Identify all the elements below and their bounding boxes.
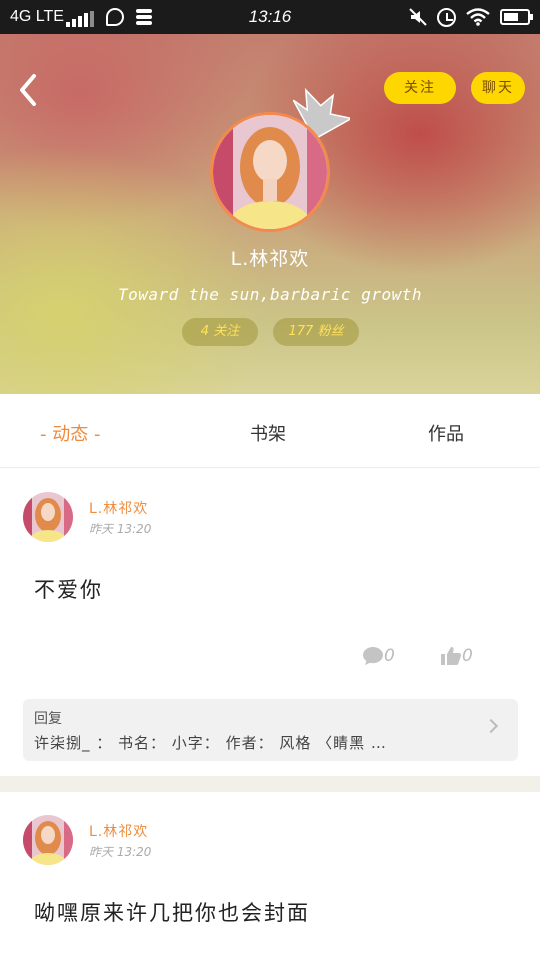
reply-label: 回复 [34,711,62,727]
reply-preview[interactable]: 回复 许柒捌_ ： 书名： 小字： 作者： 风格 〈睛黑 … [23,699,518,761]
following-count[interactable]: 4 关注 [182,318,258,346]
feed-post: L.林祁欢 昨天 13:20 呦嘿原来许几把你也会封面 [0,792,540,960]
post-text: 呦嘿原来许几把你也会封面 [34,901,310,925]
follow-button[interactable]: 关注 [384,72,456,104]
reply-text: 许柒捌_ ： 书名： 小字： 作者： 风格 〈睛黑 … [34,734,387,752]
avatar-image [213,115,327,229]
alarm-icon [437,7,456,27]
post-time: 昨天 13:20 [89,845,152,859]
like-button[interactable]: 0 [440,646,473,666]
fans-count[interactable]: 177 粉丝 [273,318,359,346]
tab-works[interactable]: 作品 [428,420,464,446]
user-bio: Toward the sun,barbaric growth [118,285,422,304]
status-bar: 4G LTE 13:16 [0,0,540,34]
status-icons [409,7,533,27]
post-time: 昨天 13:20 [89,522,152,536]
chat-button[interactable]: 聊天 [471,72,525,104]
battery-icon [500,9,533,25]
author-avatar[interactable] [23,492,73,542]
thumbs-up-icon [441,647,462,665]
mute-icon [409,8,427,26]
like-count: 0 [462,646,473,666]
user-name: L.林祁欢 [230,248,310,270]
chevron-right-icon [483,718,499,734]
tab-bookshelf[interactable]: 书架 [250,420,286,446]
wifi-icon [466,8,490,26]
tab-dynamics[interactable]: - 动态 - [40,420,100,446]
author-name[interactable]: L.林祁欢 [89,821,148,841]
profile-avatar[interactable] [210,112,330,232]
post-text: 不爱你 [34,578,103,602]
feed-post: L.林祁欢 昨天 13:20 不爱你 0 0 回复 许柒捌_ ： 书名： 小字：… [0,468,540,776]
profile-header: 关注 聊天 L.林祁欢 Toward the sun,barbaric grow… [0,34,540,394]
avatar-image [23,492,73,542]
profile-tabs: - 动态 - 书架 作品 [0,394,540,468]
post-divider [0,776,540,792]
avatar-image [23,815,73,865]
comment-icon [363,647,383,665]
comment-button[interactable]: 0 [362,646,395,666]
author-name[interactable]: L.林祁欢 [89,498,148,518]
back-arrow-icon[interactable] [14,70,44,110]
comment-count: 0 [384,646,395,666]
author-avatar[interactable] [23,815,73,865]
